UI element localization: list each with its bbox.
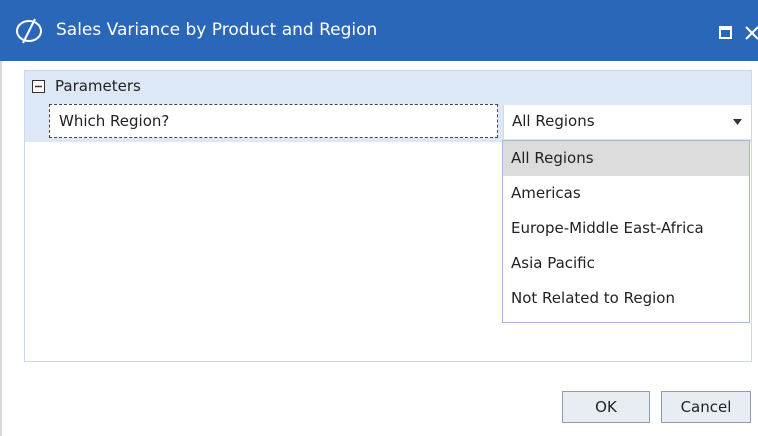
region-option-americas[interactable]: Americas [503, 176, 749, 211]
region-option-not-related[interactable]: Not Related to Region [503, 281, 749, 316]
title-bar[interactable]: Sales Variance by Product and Region [0, 0, 758, 61]
region-select-value: All Regions [512, 112, 595, 130]
ok-button[interactable]: OK [562, 391, 650, 423]
region-param-label: Which Region? [59, 112, 170, 130]
window-title: Sales Variance by Product and Region [56, 20, 378, 40]
region-option-asia-pacific[interactable]: Asia Pacific [503, 246, 749, 281]
region-option-all-regions[interactable]: All Regions [503, 141, 749, 176]
chevron-down-icon[interactable] [733, 119, 742, 125]
region-option-emea[interactable]: Europe-Middle East-Africa [503, 211, 749, 246]
region-select[interactable]: All Regions [503, 105, 751, 139]
maximize-icon[interactable] [719, 26, 732, 39]
window-left-border [0, 61, 2, 436]
parameters-header: Parameters Which Region? All Regions [25, 71, 751, 142]
parameters-label: Parameters [55, 77, 141, 95]
region-dropdown-list: All Regions Americas Europe-Middle East-… [502, 140, 750, 323]
dialog-window: Sales Variance by Product and Region Par… [0, 0, 758, 436]
app-logo-icon [16, 18, 42, 44]
collapse-minus-icon[interactable] [32, 80, 45, 93]
region-param-label-cell: Which Region? [49, 104, 498, 138]
cancel-button[interactable]: Cancel [661, 391, 751, 423]
close-icon[interactable] [744, 25, 758, 41]
